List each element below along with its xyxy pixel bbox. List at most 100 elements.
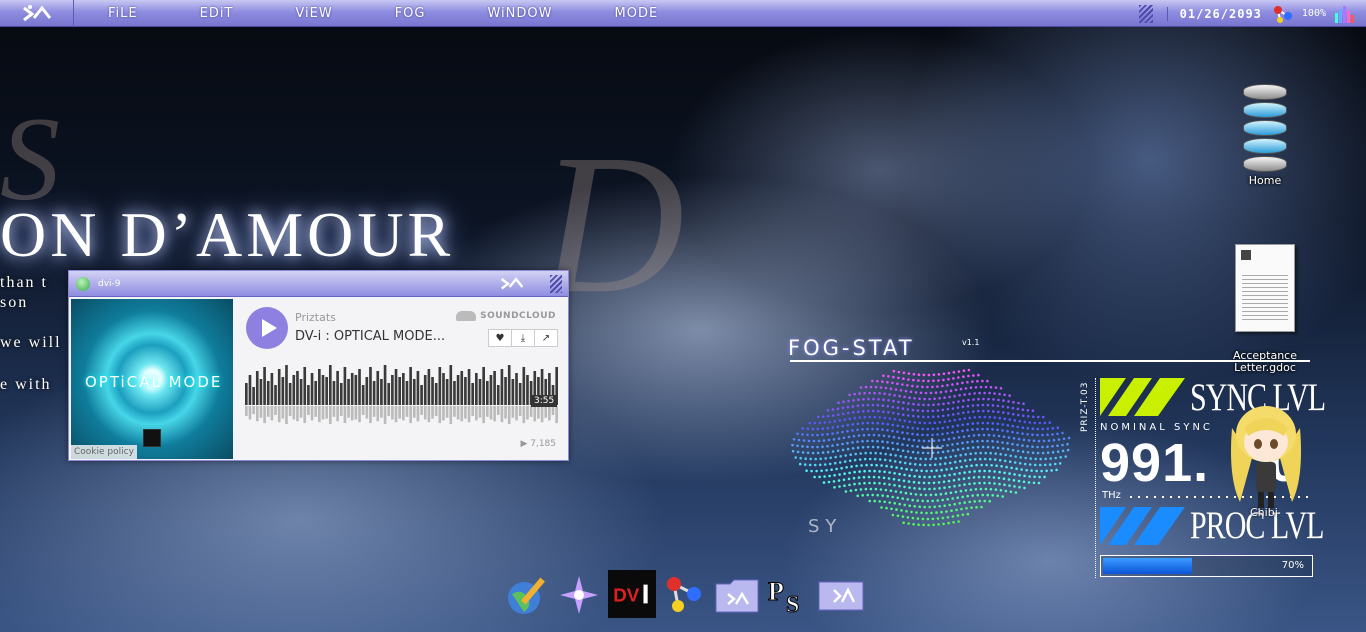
fog-particle [1006, 429, 1009, 433]
fog-particle [1045, 469, 1048, 473]
fog-particle [986, 493, 989, 497]
spark-star-icon[interactable] [556, 572, 602, 618]
cookie-policy-link[interactable]: Cookie policy [71, 445, 137, 459]
fog-particle [897, 370, 901, 374]
window-status-dot[interactable] [76, 276, 90, 291]
dv-window-icon[interactable] [818, 572, 864, 618]
fog-particle [891, 513, 895, 517]
track-title[interactable]: DV-i : OPTICAL MODE... [295, 329, 445, 344]
fog-particle [859, 386, 863, 389]
waveform-bar [310, 373, 314, 405]
menu-file[interactable]: FiLE [108, 6, 138, 21]
fog-particle [907, 372, 911, 375]
fog-particle [853, 470, 856, 474]
player-titlebar[interactable]: dvi-9 [69, 271, 568, 297]
waveform-bar [328, 365, 332, 405]
fog-particle [928, 463, 932, 467]
fog-particle [838, 419, 842, 422]
menu-window[interactable]: WiNDOW [487, 6, 552, 21]
artist-name[interactable]: Priztats [295, 311, 336, 324]
waveform[interactable] [245, 365, 559, 425]
desktop-icon-acceptance-letter[interactable]: Acceptance Letter.gdoc [1222, 244, 1308, 374]
fog-particle [952, 371, 956, 374]
fog-particle [923, 475, 926, 479]
fog-particle [922, 373, 926, 377]
download-button[interactable]: ⤓ [511, 329, 535, 347]
equalizer-icon[interactable] [1334, 5, 1356, 23]
fog-particle [973, 416, 977, 419]
fog-particle [904, 491, 908, 495]
fog-particle [823, 421, 827, 424]
menu-fog[interactable]: FOG [395, 6, 426, 21]
menu-edit[interactable]: EDiT [200, 6, 234, 21]
fog-particle [951, 383, 954, 386]
fog-particle [926, 427, 930, 431]
folder-icon[interactable] [714, 572, 760, 618]
fog-particle [878, 470, 881, 473]
fog-particle [930, 469, 933, 473]
fog-particle [866, 439, 869, 443]
window-grip-icon[interactable] [550, 275, 562, 293]
fog-particle [832, 480, 836, 483]
fog-particle [1022, 414, 1025, 417]
fog-particle [873, 499, 876, 503]
fog-particle [833, 461, 837, 465]
fog-particle [907, 480, 911, 483]
fog-particle [892, 399, 895, 403]
fog-particle [1031, 409, 1035, 412]
fog-particle [864, 451, 867, 455]
waveform-bar-reflection [394, 406, 398, 423]
fog-particle [866, 421, 870, 425]
fog-particle [903, 419, 907, 423]
fog-particle [931, 499, 934, 503]
fog-particle [911, 444, 914, 448]
fog-particle [1013, 473, 1016, 476]
fog-particle [948, 503, 951, 507]
fog-particle [974, 452, 977, 455]
fog-particle [1008, 472, 1011, 475]
waveform-bar-reflection [518, 406, 522, 416]
dv-logo-button[interactable] [0, 0, 74, 27]
fog-particle [806, 427, 810, 431]
share-button[interactable]: ↗ [534, 329, 558, 347]
desktop-icon-home[interactable]: Home [1232, 80, 1298, 187]
clock-date[interactable]: 01/26/2093 [1166, 6, 1262, 21]
play-button[interactable] [246, 307, 288, 349]
fog-particle [1051, 433, 1054, 436]
like-button[interactable]: ♥ [488, 329, 512, 347]
menubar-status: 01/26/2093 100% [1138, 0, 1366, 27]
fog-particle [886, 405, 890, 408]
fog-particle [922, 415, 925, 419]
volume-percent[interactable]: 100% [1302, 8, 1326, 19]
fog-particle [812, 439, 816, 443]
fog-label: SY [808, 516, 843, 537]
fog-particle [906, 498, 909, 501]
waveform-bar-reflection [475, 406, 478, 421]
menu-view[interactable]: ViEW [295, 6, 332, 21]
waveform-bar-reflection [460, 406, 464, 422]
network-molecule-icon[interactable] [1272, 4, 1296, 24]
dv-i-logo-icon[interactable]: DV [608, 570, 656, 618]
fog-particle [797, 438, 801, 442]
waveform-bar [409, 367, 412, 405]
soundcloud-logo[interactable]: SOUNDCLOUD [456, 311, 556, 321]
waveform-bar-reflection [464, 406, 467, 419]
menu-mode[interactable]: MODE [615, 6, 659, 21]
ps-logo-icon[interactable]: P S [766, 572, 812, 619]
chibi-label: Chibi [1250, 506, 1278, 519]
window-dv-logo-icon [500, 277, 524, 290]
fog-particle [840, 466, 843, 470]
globe-pencil-icon[interactable] [504, 572, 550, 618]
fog-particle [972, 398, 975, 401]
fog-particle [811, 445, 814, 449]
fog-particle [863, 391, 866, 395]
menubar-grip-icon[interactable] [1138, 4, 1153, 23]
fog-particle [883, 482, 886, 486]
chibi-character-icon[interactable] [1222, 398, 1310, 514]
fog-particle [1002, 435, 1006, 438]
molecule-icon[interactable] [662, 572, 708, 618]
fog-particle [946, 449, 950, 453]
fog-particle [849, 489, 853, 492]
fog-particle [956, 406, 960, 409]
album-artwork[interactable]: OPTiCAL MODE Cookie policy [71, 299, 233, 459]
